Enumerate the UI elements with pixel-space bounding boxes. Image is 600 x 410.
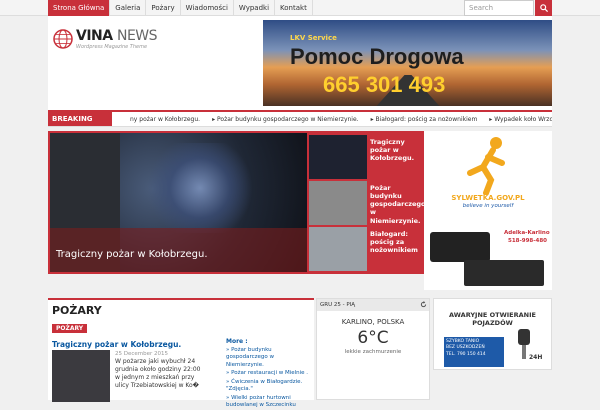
menu-item-home[interactable]: Strona Główna (48, 0, 111, 16)
news-ticker: ny pożar w Kołobrzegu. ▸ Pożar budynku g… (130, 112, 552, 126)
search-input[interactable]: Search (464, 0, 534, 16)
thumb-title: Białogard: pościg za nożownikiem (370, 230, 418, 255)
banner-title: Pomoc Drogowa (290, 44, 464, 69)
search-button[interactable] (535, 0, 552, 16)
sidebar-ad-radio[interactable]: Adelka-Karlino 518-998-480 (424, 210, 552, 290)
thumb-image (309, 227, 367, 271)
logo-subtitle: Wordpress Magazine Theme (76, 44, 148, 50)
ticker-item[interactable]: ▸ Wypadek koło Wrzosowa , DROGA nr (489, 112, 552, 126)
ad-seller: Adelka-Karlino (504, 230, 550, 236)
weather-temperature: 6°C (357, 328, 389, 348)
menu-item-fires[interactable]: Pożary (146, 0, 181, 16)
banner-service: LKV Service (290, 34, 337, 42)
featured-slider: Tragiczny pożar w Kołobrzegu. Tragiczny … (48, 131, 426, 274)
refresh-icon[interactable] (420, 301, 427, 308)
ad3-info-box: SZYBKO TANIO BEZ USZKODZEŃ TEL. 790 150 … (444, 337, 504, 367)
featured-caption: Tragiczny pożar w Kołobrzegu. (56, 249, 208, 260)
ticker-item[interactable]: ny pożar w Kołobrzegu. (130, 112, 200, 126)
banner-phone: 665 301 493 (323, 72, 446, 97)
article-date: 25 December 2015 (115, 351, 169, 357)
featured-thumb[interactable]: Tragiczny pożar w Kołobrzegu. (309, 135, 420, 179)
weather-description: lekkie zachmurzenie (344, 349, 402, 355)
sidebar-ad-fitness[interactable]: SYLWETKA.GOV.PL believe in yourself (424, 131, 552, 221)
fire-truck-image (140, 143, 260, 233)
breaking-news-label: BREAKING NEWS (48, 112, 112, 126)
featured-thumb-list: Tragiczny pożar w Kołobrzegu. Pożar budy… (307, 133, 426, 272)
menu-item-news[interactable]: Wiadomości (181, 0, 234, 16)
ad-phone: 518-998-480 (508, 238, 548, 244)
site-logo[interactable]: VINA NEWS Wordpress Magazine Theme (53, 28, 158, 50)
radio-device-image (430, 232, 490, 262)
featured-main-story[interactable]: Tragiczny pożar w Kołobrzegu. (50, 133, 307, 272)
search-icon (539, 4, 548, 12)
thumb-title: Tragiczny pożar w Kołobrzegu. (370, 138, 415, 163)
ad3-title: AWARYJNE OTWIERANIE POJAZDÓW (449, 311, 536, 328)
article-excerpt: W pożarze jaki wybuchł 24 grudnia około … (115, 358, 201, 390)
category-section-fires: POŻARY POŻARY Tragiczny pożar w Kołobrze… (48, 298, 314, 408)
top-navigation-bar: Strona Główna Galeria Pożary Wiadomości … (0, 0, 600, 16)
thumb-image (309, 181, 367, 225)
article-thumbnail[interactable] (52, 350, 110, 402)
weather-location: KARLINO, POLSKA (341, 318, 405, 326)
sidebar-ad-car-unlock[interactable]: AWARYJNE OTWIERANIE POJAZDÓW SZYBKO TANI… (433, 298, 552, 370)
weather-widget: GRU 25 - PIĄ KARLINO, POLSKA 6°C lekkie … (316, 298, 430, 400)
ad-slogan: believe in yourself (462, 203, 514, 209)
thumb-image (309, 135, 367, 179)
site-header: VINA NEWS Wordpress Magazine Theme LKV S… (48, 16, 552, 110)
ad-brand: SYLWETKA.GOV.PL (451, 194, 525, 202)
runner-icon (467, 137, 505, 195)
main-menu: Strona Główna Galeria Pożary Wiadomości … (48, 0, 313, 16)
ad3-phone: TEL. 790 150 414 (446, 351, 486, 357)
more-link[interactable]: » Wielki pożar hurtowni budowlanej w Szc… (226, 395, 312, 410)
header-banner-ad[interactable]: LKV Service Pomoc Drogowa 665 301 493 (263, 20, 552, 106)
ticker-item[interactable]: ▸ Pożar budynku gospodarczego w Niemierz… (212, 112, 359, 126)
cb-radio-image (464, 260, 544, 286)
featured-thumb[interactable]: Pożar budynku gospodarczego w Niemierzyn… (309, 181, 426, 225)
ticker-item[interactable]: ▸ Białogard: pościg za nożownikiem (371, 112, 478, 126)
more-link[interactable]: » Pożar budynku gospodarczego w Niemierz… (226, 347, 312, 369)
more-link[interactable]: » Ćwiczenia w Białogardzie. "Zdjęcia." (226, 379, 312, 394)
car-key-icon (518, 329, 530, 359)
more-links: More : » Pożar budynku gospodarczego w N… (226, 338, 312, 410)
weather-date-bar: GRU 25 - PIĄ (317, 299, 429, 311)
menu-item-contact[interactable]: Kontakt (275, 0, 313, 16)
breaking-news-bar: BREAKING NEWS ny pożar w Kołobrzegu. ▸ P… (48, 110, 552, 127)
article-title[interactable]: Tragiczny pożar w Kołobrzegu. (52, 340, 181, 349)
thumb-title: Pożar budynku gospodarczego w Niemierzyn… (370, 184, 426, 225)
menu-item-accidents[interactable]: Wypadki (234, 0, 276, 16)
section-title: POŻARY (52, 304, 102, 317)
logo-title: VINA NEWS (76, 28, 158, 44)
more-link[interactable]: » Pożar restauracji w Mielnie . (226, 370, 312, 377)
menu-item-gallery[interactable]: Galeria (110, 0, 147, 16)
globe-icon (53, 29, 73, 49)
more-label: More : (226, 338, 248, 345)
featured-thumb[interactable]: Białogard: pościg za nożownikiem (309, 227, 420, 271)
category-tag[interactable]: POŻARY (52, 324, 88, 333)
